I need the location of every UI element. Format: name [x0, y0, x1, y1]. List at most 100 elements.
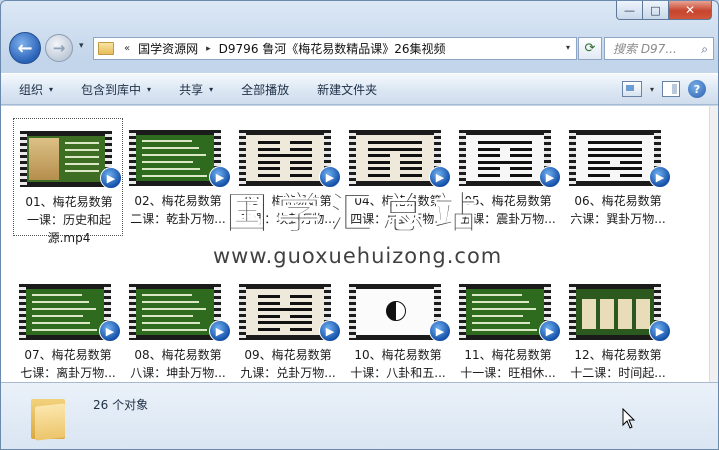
- include-in-library-menu[interactable]: 包含到库中 ▾: [81, 81, 151, 98]
- file-name: 08、梅花易数第 八课：坤卦万物...: [123, 346, 233, 382]
- search-placeholder: 搜索 D97...: [613, 42, 677, 56]
- file-name-line: 十课：八卦和五...: [350, 366, 446, 380]
- media-player-icon: ▶: [100, 167, 122, 189]
- arrow-right-icon: →: [52, 39, 66, 57]
- file-name-line: 09、梅花易数第: [244, 348, 332, 362]
- vertical-scrollbar[interactable]: [709, 106, 718, 382]
- breadcrumb-item[interactable]: 国学资源网: [138, 40, 198, 57]
- forward-button[interactable]: →: [45, 34, 73, 62]
- file-name-line: 源.mp4: [47, 231, 91, 245]
- file-name-line: 01、梅花易数第: [25, 195, 113, 209]
- organize-menu[interactable]: 组织 ▾: [19, 81, 53, 98]
- search-input[interactable]: 搜索 D97... ⌕: [604, 37, 714, 60]
- media-player-icon: ▶: [429, 320, 451, 342]
- file-name: 09、梅花易数第 九课：兑卦万物...: [233, 346, 343, 382]
- arrow-left-icon: ←: [17, 37, 33, 59]
- thumbnail-frame: [356, 289, 434, 335]
- change-view-icon[interactable]: [621, 81, 642, 97]
- address-bar[interactable]: « 国学资源网 ▸ D9796 鲁河《梅花易数精品课》26集视频 ▾: [93, 37, 577, 60]
- maximize-button[interactable]: □: [642, 1, 668, 20]
- folder-icon: [98, 42, 114, 55]
- file-item[interactable]: ▶ 02、梅花易数第 二课：乾卦万物...: [123, 118, 233, 236]
- video-thumbnail: [459, 284, 551, 340]
- file-name: 01、梅花易数第 一课：历史和起 源.mp4: [14, 193, 124, 247]
- refresh-button[interactable]: ⟳: [578, 37, 602, 60]
- minimize-button[interactable]: —: [616, 1, 642, 20]
- close-button[interactable]: ✕: [668, 1, 712, 20]
- navigation-bar: ← → ▾ « 国学资源网 ▸ D9796 鲁河《梅花易数精品课》26集视频 ▾…: [1, 31, 718, 67]
- file-item[interactable]: ▶ 06、梅花易数第 六课：巽卦万物...: [563, 118, 673, 236]
- recent-pages-dropdown[interactable]: ▾: [79, 41, 84, 51]
- mouse-cursor-icon: [622, 408, 636, 429]
- file-name-line: 二课：乾卦万物...: [130, 212, 226, 226]
- media-player-icon: ▶: [319, 320, 341, 342]
- watermark-url: www.guoxuehuizong.com: [213, 244, 503, 268]
- media-player-icon: ▶: [209, 320, 231, 342]
- play-all-button[interactable]: 全部播放: [241, 81, 289, 98]
- video-thumbnail: [129, 284, 221, 340]
- media-player-icon: ▶: [649, 166, 671, 188]
- file-name: 07、梅花易数第 七课：离卦万物...: [13, 346, 123, 382]
- file-name-line: 10、梅花易数第: [354, 348, 442, 362]
- back-button[interactable]: ←: [9, 32, 41, 64]
- video-thumbnail: [569, 130, 661, 186]
- refresh-icon: ⟳: [584, 41, 596, 56]
- caret-down-icon: ▾: [49, 84, 54, 94]
- file-name: 06、梅花易数第 六课：巽卦万物...: [563, 192, 673, 228]
- file-name-line: 11、梅花易数第: [464, 348, 552, 362]
- chevron-right-icon[interactable]: ▸: [206, 44, 211, 54]
- file-item[interactable]: ▶ 07、梅花易数第 七课：离卦万物...: [13, 272, 123, 382]
- file-item[interactable]: ▶ 12、梅花易数第 十二课：时间起...: [563, 272, 673, 382]
- file-name: 11、梅花易数第 十一课：旺相休...: [453, 346, 563, 382]
- menu-label: 包含到库中: [81, 82, 142, 97]
- video-thumbnail: [20, 131, 112, 187]
- video-thumbnail: [349, 284, 441, 340]
- file-name-line: 一课：历史和起: [26, 213, 111, 227]
- breadcrumb-overflow-icon[interactable]: «: [124, 43, 130, 54]
- thumbnail-frame: [246, 135, 324, 181]
- thumbnail-frame: [27, 136, 105, 182]
- thumbnail-frame: [466, 135, 544, 181]
- breadcrumb-item[interactable]: D9796 鲁河《梅花易数精品课》26集视频: [219, 40, 446, 57]
- file-name-line: 十二课：时间起...: [570, 366, 666, 380]
- file-name-line: 06、梅花易数第: [574, 194, 662, 208]
- thumbnail-frame: [26, 289, 104, 335]
- file-name-line: 六课：巽卦万物...: [570, 212, 666, 226]
- menu-label: 新建文件夹: [317, 82, 378, 97]
- caret-down-icon: ▾: [147, 84, 152, 94]
- menu-label: 全部播放: [241, 82, 290, 97]
- video-thumbnail: [19, 284, 111, 340]
- file-name-line: 12、梅花易数第: [574, 348, 662, 362]
- file-item[interactable]: ▶ 01、梅花易数第 一课：历史和起 源.mp4: [13, 118, 123, 245]
- video-thumbnail: [569, 284, 661, 340]
- caption-buttons: — □ ✕: [616, 1, 712, 20]
- new-folder-button[interactable]: 新建文件夹: [317, 81, 377, 98]
- file-name: 10、梅花易数第 十课：八卦和五...: [343, 346, 453, 382]
- file-name-line: 七课：离卦万物...: [20, 366, 116, 380]
- help-icon[interactable]: ?: [688, 80, 706, 98]
- thumbnail-frame: [136, 289, 214, 335]
- file-item[interactable]: ▶ 11、梅花易数第 十一课：旺相休...: [453, 272, 563, 382]
- thumbnail-frame: [246, 289, 324, 335]
- file-name: 12、梅花易数第 十二课：时间起...: [563, 346, 673, 382]
- folder-icon: [31, 395, 67, 441]
- file-item[interactable]: ▶ 09、梅花易数第 九课：兑卦万物...: [233, 272, 343, 382]
- file-item[interactable]: ▶ 10、梅花易数第 十课：八卦和五...: [343, 272, 453, 382]
- file-name-line: 九课：兑卦万物...: [240, 366, 336, 380]
- menu-label: 组织: [19, 82, 44, 97]
- menu-label: 共享: [179, 82, 204, 97]
- command-bar: 组织 ▾ 包含到库中 ▾ 共享 ▾ 全部播放 新建文件夹 ▾ ?: [1, 73, 718, 105]
- preview-pane-icon[interactable]: [662, 81, 680, 97]
- details-pane: 26 个对象: [1, 382, 718, 449]
- watermark-text: 国学汇总站: [225, 188, 485, 240]
- item-count: 26 个对象: [93, 398, 149, 412]
- search-icon[interactable]: ⌕: [701, 42, 708, 57]
- thumbnail-frame: [356, 135, 434, 181]
- chevron-down-icon[interactable]: ▾: [566, 43, 570, 52]
- view-options-dropdown[interactable]: ▾: [650, 85, 654, 94]
- share-menu[interactable]: 共享 ▾: [179, 81, 213, 98]
- file-item[interactable]: ▶ 08、梅花易数第 八课：坤卦万物...: [123, 272, 233, 382]
- thumbnail-frame: [576, 289, 654, 335]
- media-player-icon: ▶: [539, 166, 561, 188]
- file-name-line: 十一课：旺相休...: [460, 366, 556, 380]
